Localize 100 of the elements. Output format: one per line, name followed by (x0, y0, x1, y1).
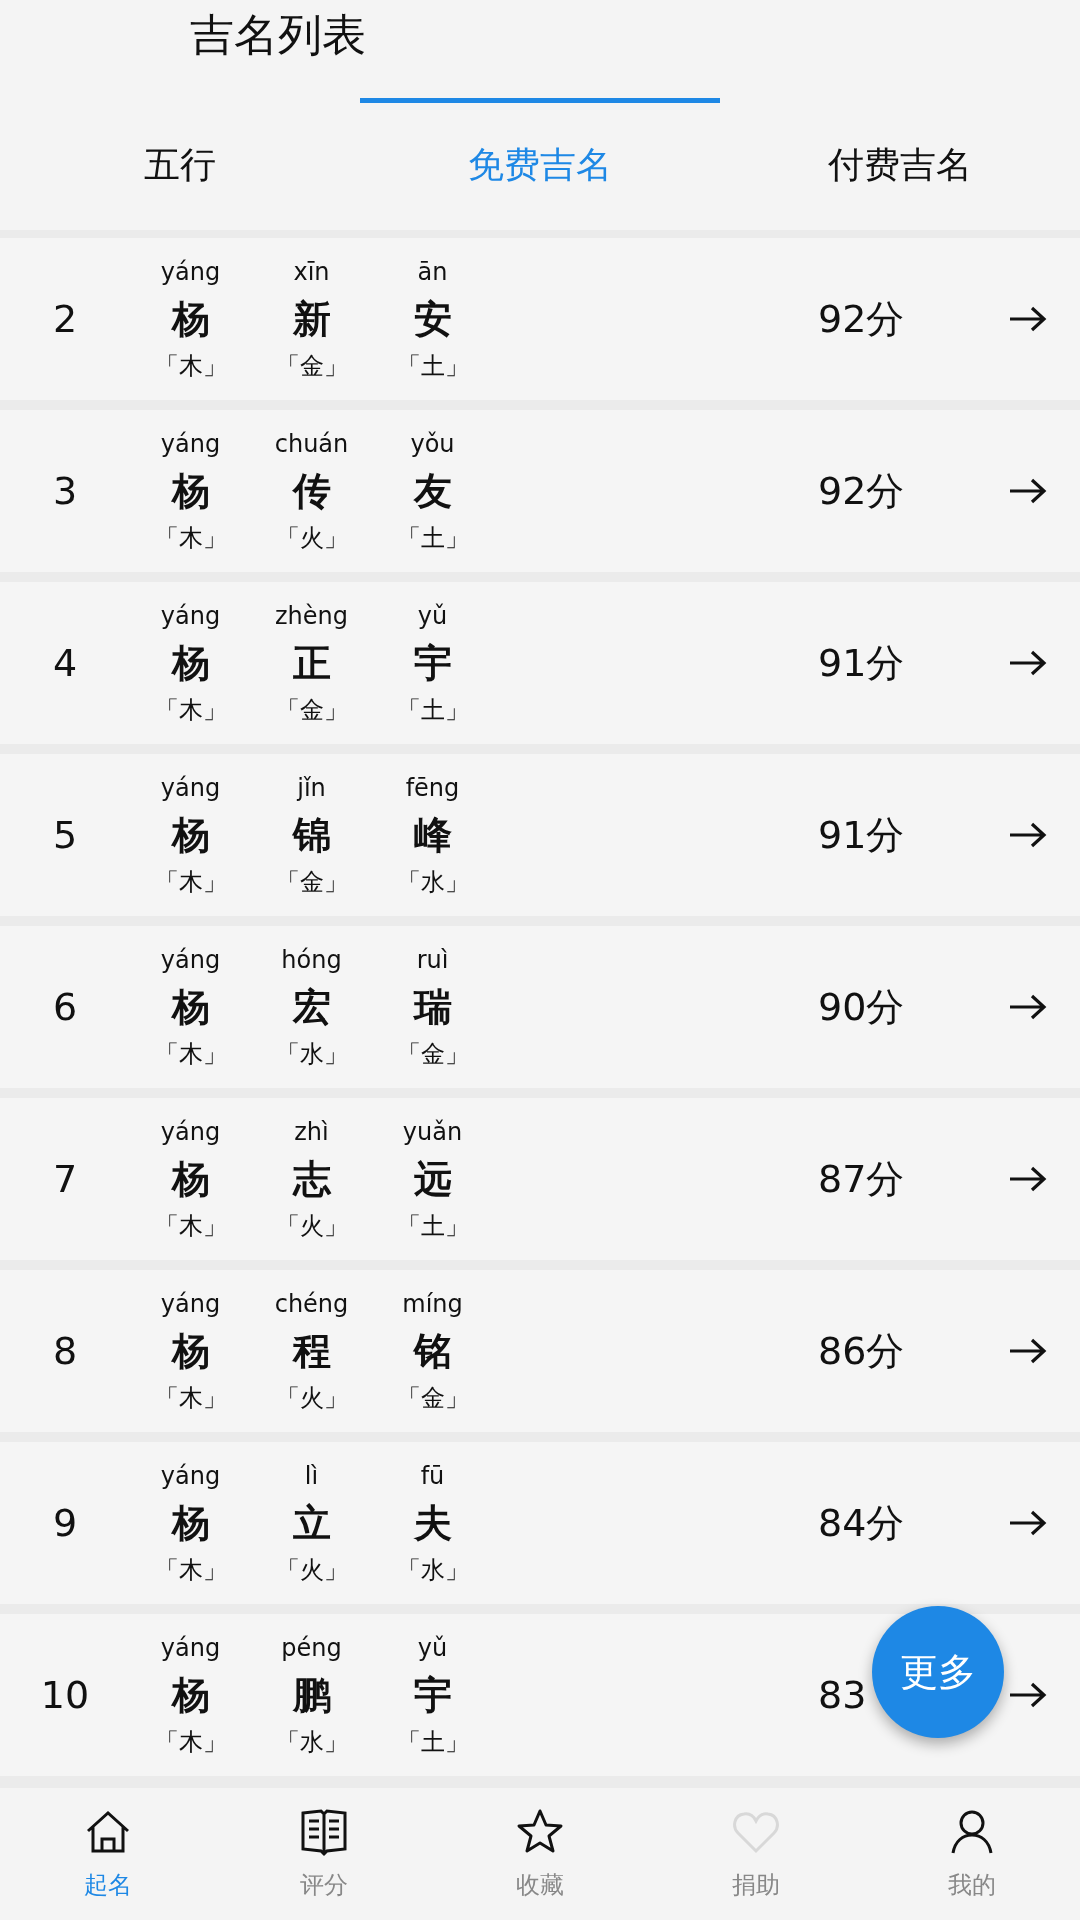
hanzi: 安 (413, 296, 452, 343)
hanzi: 立 (292, 1500, 331, 1547)
name-row[interactable]: 9 yáng 杨 「木」 lì 立 「火」 fū 夫 「水」 84分 (0, 1442, 1080, 1604)
rank-number: 4 (51, 641, 79, 685)
name-row[interactable]: 8 yáng 杨 「木」 chéng 程 「火」 míng 铭 「金」 86分 (0, 1270, 1080, 1432)
arrow-right-icon[interactable] (1008, 1680, 1048, 1710)
element-label: 「木」 (154, 351, 227, 382)
pinyin: yáng (160, 945, 221, 976)
pinyin: míng (402, 1289, 463, 1320)
arrow-right-icon[interactable] (1008, 992, 1048, 1022)
hanzi: 夫 (413, 1500, 452, 1547)
rank-number: 7 (51, 1157, 79, 1201)
score: 84分 (818, 1499, 906, 1547)
hanzi: 杨 (171, 1328, 210, 1375)
hanzi: 杨 (171, 468, 210, 515)
element-label: 「水」 (275, 1727, 348, 1758)
arrow-right-icon[interactable] (1008, 1508, 1048, 1538)
name-row[interactable]: 6 yáng 杨 「木」 hóng 宏 「水」 ruì 瑞 「金」 90分 (0, 926, 1080, 1088)
hanzi: 杨 (171, 640, 210, 687)
arrow-right-icon[interactable] (1008, 648, 1048, 678)
element-label: 「木」 (154, 867, 227, 898)
pinyin: zhì (294, 1117, 329, 1148)
pinyin: yáng (160, 1117, 221, 1148)
rank-number: 2 (51, 297, 79, 341)
pinyin: xīn (293, 257, 330, 288)
element-label: 「火」 (275, 1211, 348, 1242)
name-row[interactable]: 2 yáng 杨 「木」 xīn 新 「金」 ān 安 「土」 92分 (0, 238, 1080, 400)
hanzi: 正 (292, 640, 331, 687)
element-label: 「土」 (396, 1727, 469, 1758)
element-label: 「火」 (275, 1555, 348, 1586)
pinyin: yáng (160, 601, 221, 632)
hanzi: 瑞 (413, 984, 452, 1031)
pinyin: yǔ (417, 601, 448, 632)
hanzi: 友 (413, 468, 452, 515)
element-label: 「土」 (396, 523, 469, 554)
arrow-right-icon[interactable] (1008, 476, 1048, 506)
hanzi: 杨 (171, 812, 210, 859)
score: 91分 (818, 811, 906, 859)
page-title: 吉名列表 (190, 7, 366, 62)
hanzi: 宇 (413, 1672, 452, 1719)
element-label: 「火」 (275, 1383, 348, 1414)
name-row[interactable]: 5 yáng 杨 「木」 jǐn 锦 「金」 fēng 峰 「水」 91分 (0, 754, 1080, 916)
element-label: 「木」 (154, 695, 227, 726)
rank-number: 8 (51, 1329, 79, 1373)
rank-number: 6 (51, 985, 79, 1029)
score: 92分 (818, 295, 906, 343)
score: 86分 (818, 1327, 906, 1375)
pinyin: yáng (160, 1289, 221, 1320)
rank-number: 5 (51, 813, 79, 857)
hanzi: 传 (292, 468, 331, 515)
hanzi: 程 (292, 1328, 331, 1375)
pinyin: péng (281, 1633, 342, 1664)
book-icon (299, 1807, 349, 1857)
element-label: 「水」 (396, 867, 469, 898)
hanzi: 志 (292, 1156, 331, 1203)
hanzi: 新 (292, 296, 331, 343)
score: 87分 (818, 1155, 906, 1203)
hanzi: 杨 (171, 1672, 210, 1719)
name-row[interactable]: 4 yáng 杨 「木」 zhèng 正 「金」 yǔ 宇 「土」 91分 (0, 582, 1080, 744)
element-label: 「木」 (154, 1211, 227, 1242)
element-label: 「土」 (396, 695, 469, 726)
element-label: 「金」 (275, 351, 348, 382)
element-label: 「木」 (154, 1555, 227, 1586)
name-row[interactable]: 7 yáng 杨 「木」 zhì 志 「火」 yuǎn 远 「土」 87分 (0, 1098, 1080, 1260)
element-label: 「木」 (154, 523, 227, 554)
element-label: 「水」 (396, 1555, 469, 1586)
pinyin: fū (420, 1461, 445, 1492)
element-label: 「金」 (396, 1039, 469, 1070)
arrow-right-icon[interactable] (1008, 1164, 1048, 1194)
pinyin: yáng (160, 773, 221, 804)
element-label: 「金」 (275, 695, 348, 726)
arrow-right-icon[interactable] (1008, 820, 1048, 850)
pinyin: zhèng (275, 601, 348, 632)
score: 90分 (818, 983, 906, 1031)
pinyin: chéng (274, 1289, 349, 1320)
tab[interactable]: 五行 (0, 70, 360, 230)
arrow-right-icon[interactable] (1008, 1336, 1048, 1366)
element-label: 「木」 (154, 1727, 227, 1758)
hanzi: 远 (413, 1156, 452, 1203)
hanzi: 杨 (171, 296, 210, 343)
element-label: 「金」 (275, 867, 348, 898)
hanzi: 杨 (171, 1500, 210, 1547)
arrow-right-icon[interactable] (1008, 304, 1048, 334)
tab[interactable]: 付费吉名 (720, 70, 1080, 230)
score: 91分 (818, 639, 906, 687)
pinyin: ruì (416, 945, 449, 976)
pinyin: yáng (160, 429, 221, 460)
element-label: 「土」 (396, 1211, 469, 1242)
hanzi: 鹏 (292, 1672, 331, 1719)
rank-number: 9 (51, 1501, 79, 1545)
hanzi: 峰 (413, 812, 452, 859)
pinyin: fēng (405, 773, 460, 804)
rank-number: 10 (39, 1673, 91, 1717)
pinyin: yǔ (417, 1633, 448, 1664)
pinyin: yáng (160, 1461, 221, 1492)
element-label: 「金」 (396, 1383, 469, 1414)
hanzi: 宇 (413, 640, 452, 687)
pinyin: yuǎn (402, 1117, 463, 1148)
element-label: 「水」 (275, 1039, 348, 1070)
name-row[interactable]: 3 yáng 杨 「木」 chuán 传 「火」 yǒu 友 「土」 92分 (0, 410, 1080, 572)
